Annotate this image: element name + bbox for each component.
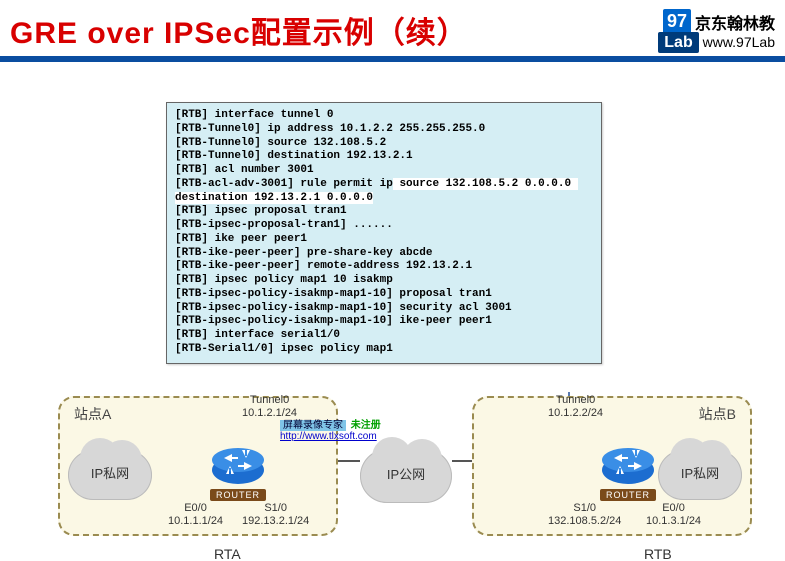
watermark-url: http://www.tlxsoft.com bbox=[280, 431, 381, 442]
router-a: ROUTER bbox=[210, 442, 266, 501]
network-diagram: 屏幕录像专家 未注册 http://www.tlxsoft.com 站点A IP… bbox=[10, 386, 775, 561]
router-b: ROUTER bbox=[600, 442, 656, 501]
slide-title: GRE over IPSec配置示例（续） bbox=[10, 8, 468, 52]
brand-num: 97 bbox=[663, 9, 691, 34]
label-tunnel-b: Tunnel0 10.1.2.2/24 bbox=[548, 394, 603, 420]
label-e0-a: E0/0 10.1.1.1/24 bbox=[168, 502, 223, 528]
router-icon bbox=[210, 442, 266, 486]
router-label: ROUTER bbox=[210, 489, 266, 501]
router-icon bbox=[600, 442, 656, 486]
brand-lab: Lab bbox=[658, 32, 698, 53]
site-a-label: 站点A bbox=[74, 404, 111, 424]
label-s1-a: S1/0 192.13.2.1/24 bbox=[242, 502, 309, 528]
watermark: 屏幕录像专家 未注册 http://www.tlxsoft.com bbox=[280, 416, 381, 442]
config-commands: [RTB] interface tunnel 0 [RTB-Tunnel0] i… bbox=[166, 102, 602, 364]
slide-header: GRE over IPSec配置示例（续） 97 京东翰林教 Lab www.9… bbox=[0, 0, 785, 62]
router-label: ROUTER bbox=[600, 489, 656, 501]
cloud-priv-b: IP私网 bbox=[658, 450, 742, 500]
label-s1-b: S1/0 132.108.5.2/24 bbox=[548, 502, 621, 528]
site-b-label: 站点B bbox=[699, 404, 736, 424]
label-e0-b: E0/0 10.1.3.1/24 bbox=[646, 502, 701, 528]
cloud-priv-a: IP私网 bbox=[68, 450, 152, 500]
watermark-status: 未注册 bbox=[351, 420, 381, 431]
config-part2: [RTB] ipsec proposal tran1 [RTB-ipsec-pr… bbox=[175, 205, 512, 355]
rta-label: RTA bbox=[214, 546, 241, 561]
watermark-title: 屏幕录像专家 bbox=[280, 420, 346, 431]
cloud-public: IP公网 bbox=[360, 449, 452, 503]
brand-block: 97 京东翰林教 Lab www.97Lab bbox=[658, 9, 775, 52]
slide-body: [RTB] interface tunnel 0 [RTB-Tunnel0] i… bbox=[0, 62, 785, 561]
brand-cn: 京东翰林教 bbox=[695, 10, 775, 34]
brand-url: www.97Lab bbox=[703, 34, 775, 50]
rtb-label: RTB bbox=[644, 546, 672, 561]
